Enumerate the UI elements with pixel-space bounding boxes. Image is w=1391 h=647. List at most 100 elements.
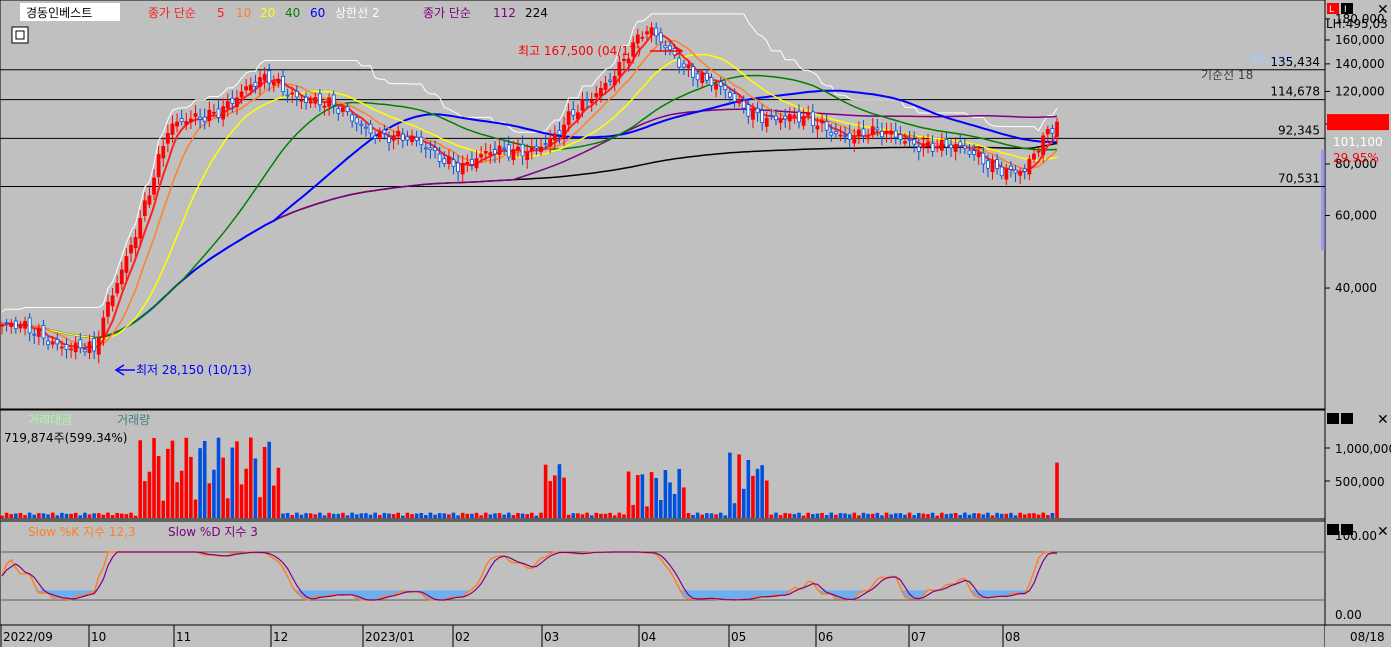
candle-body — [290, 92, 295, 95]
price-tick-label: 160,000 — [1335, 33, 1385, 47]
volume-amount-title: 거래대금 — [28, 413, 72, 427]
candle-body — [921, 143, 926, 149]
volume-bar — [866, 513, 870, 518]
volume-bar — [585, 512, 589, 518]
candle-body — [423, 147, 428, 150]
candle-body — [244, 86, 249, 91]
candle-body — [843, 134, 847, 137]
volume-bar — [493, 513, 497, 518]
long-ma-prefix: 종가 단순 — [423, 6, 471, 20]
volume-bar — [824, 515, 829, 518]
stoch-close-icon[interactable]: ✕ — [1377, 524, 1389, 540]
candle-body — [124, 256, 129, 273]
volume-bar — [497, 513, 502, 518]
volume-bar — [1009, 512, 1013, 518]
candle-body — [856, 129, 861, 136]
volume-bar — [1004, 513, 1009, 518]
volume-bar — [345, 515, 350, 518]
volume-bar — [566, 514, 571, 518]
candle-body — [59, 346, 64, 349]
volume-bar — [506, 512, 511, 518]
volume-bar — [884, 512, 889, 518]
volume-bar — [124, 514, 129, 518]
volume-bar — [838, 513, 843, 518]
candle-body — [732, 93, 737, 102]
close-icon[interactable]: ✕ — [1377, 2, 1389, 18]
candle-body — [649, 27, 654, 35]
ma112-label: 112 — [493, 6, 516, 20]
candle-body — [235, 97, 239, 108]
candle-body — [728, 92, 732, 98]
volume-bar — [248, 437, 253, 518]
candle-body — [78, 339, 83, 349]
volume-bar — [709, 513, 714, 518]
candle-body — [617, 62, 622, 76]
ma5-label: 5 — [217, 6, 225, 20]
candle-body — [87, 341, 92, 354]
candle-body — [4, 322, 9, 324]
volume-bar — [9, 514, 14, 518]
candle-body — [516, 146, 520, 151]
volume-bar — [327, 512, 331, 518]
volume-bar — [912, 515, 916, 518]
volume-bar — [313, 514, 318, 518]
candle-body — [497, 145, 502, 156]
candle-body — [405, 136, 410, 141]
volume-bar — [138, 440, 143, 518]
volume-bar — [769, 514, 774, 518]
candle-body — [41, 325, 46, 339]
candle-body — [797, 111, 801, 123]
candle-body — [898, 134, 903, 140]
volume-bar — [483, 512, 488, 518]
volume-bar — [815, 513, 820, 518]
volume-bar — [557, 464, 562, 518]
volume-bar — [235, 441, 239, 518]
candle-body — [529, 146, 534, 152]
volume-bar — [562, 477, 566, 518]
candle-body — [801, 115, 806, 126]
volume-bar — [129, 512, 133, 518]
candle-body — [142, 200, 147, 216]
candle-body — [704, 72, 709, 81]
candle-body — [161, 145, 166, 159]
volume-close-icon[interactable]: ✕ — [1377, 412, 1389, 428]
candle-body — [202, 116, 207, 122]
volume-bar — [161, 500, 166, 518]
volume-bar — [723, 515, 728, 518]
candle-body — [341, 107, 345, 112]
panel-toggle-button[interactable] — [11, 26, 29, 44]
volume-bar — [456, 515, 460, 518]
volume-bar — [198, 448, 202, 518]
candle-body — [106, 301, 110, 317]
candle-body — [188, 118, 193, 122]
candle-body — [884, 130, 889, 134]
date-tick-label: 2023/01 — [365, 630, 415, 644]
candle-body — [695, 73, 700, 81]
candle-body — [958, 141, 963, 147]
candle-body — [410, 135, 414, 143]
volume-bar — [889, 514, 893, 518]
lh-label: LH:495,03 — [1326, 17, 1388, 31]
candle-body — [359, 123, 364, 126]
volume-bar — [668, 482, 672, 518]
candle-body — [133, 237, 138, 249]
volume-bar — [193, 499, 198, 518]
volume-bar — [202, 440, 207, 518]
volume-bar — [658, 500, 663, 518]
candle-body — [585, 99, 589, 102]
volume-bar — [258, 497, 262, 518]
candle-body — [456, 162, 460, 173]
candle-body — [935, 146, 940, 149]
volume-bar — [189, 456, 193, 518]
volume-bar — [424, 515, 428, 518]
candle-body — [534, 145, 539, 149]
volume-bar — [290, 515, 295, 518]
volume-bar — [806, 512, 811, 518]
volume-bar — [216, 437, 221, 518]
volume-bar — [442, 513, 447, 518]
linear-toggle-icon[interactable] — [1341, 3, 1353, 14]
candle-body — [276, 79, 281, 84]
date-tick-label: 03 — [544, 630, 559, 644]
candle-body — [1055, 121, 1059, 137]
volume-bar — [410, 514, 414, 518]
